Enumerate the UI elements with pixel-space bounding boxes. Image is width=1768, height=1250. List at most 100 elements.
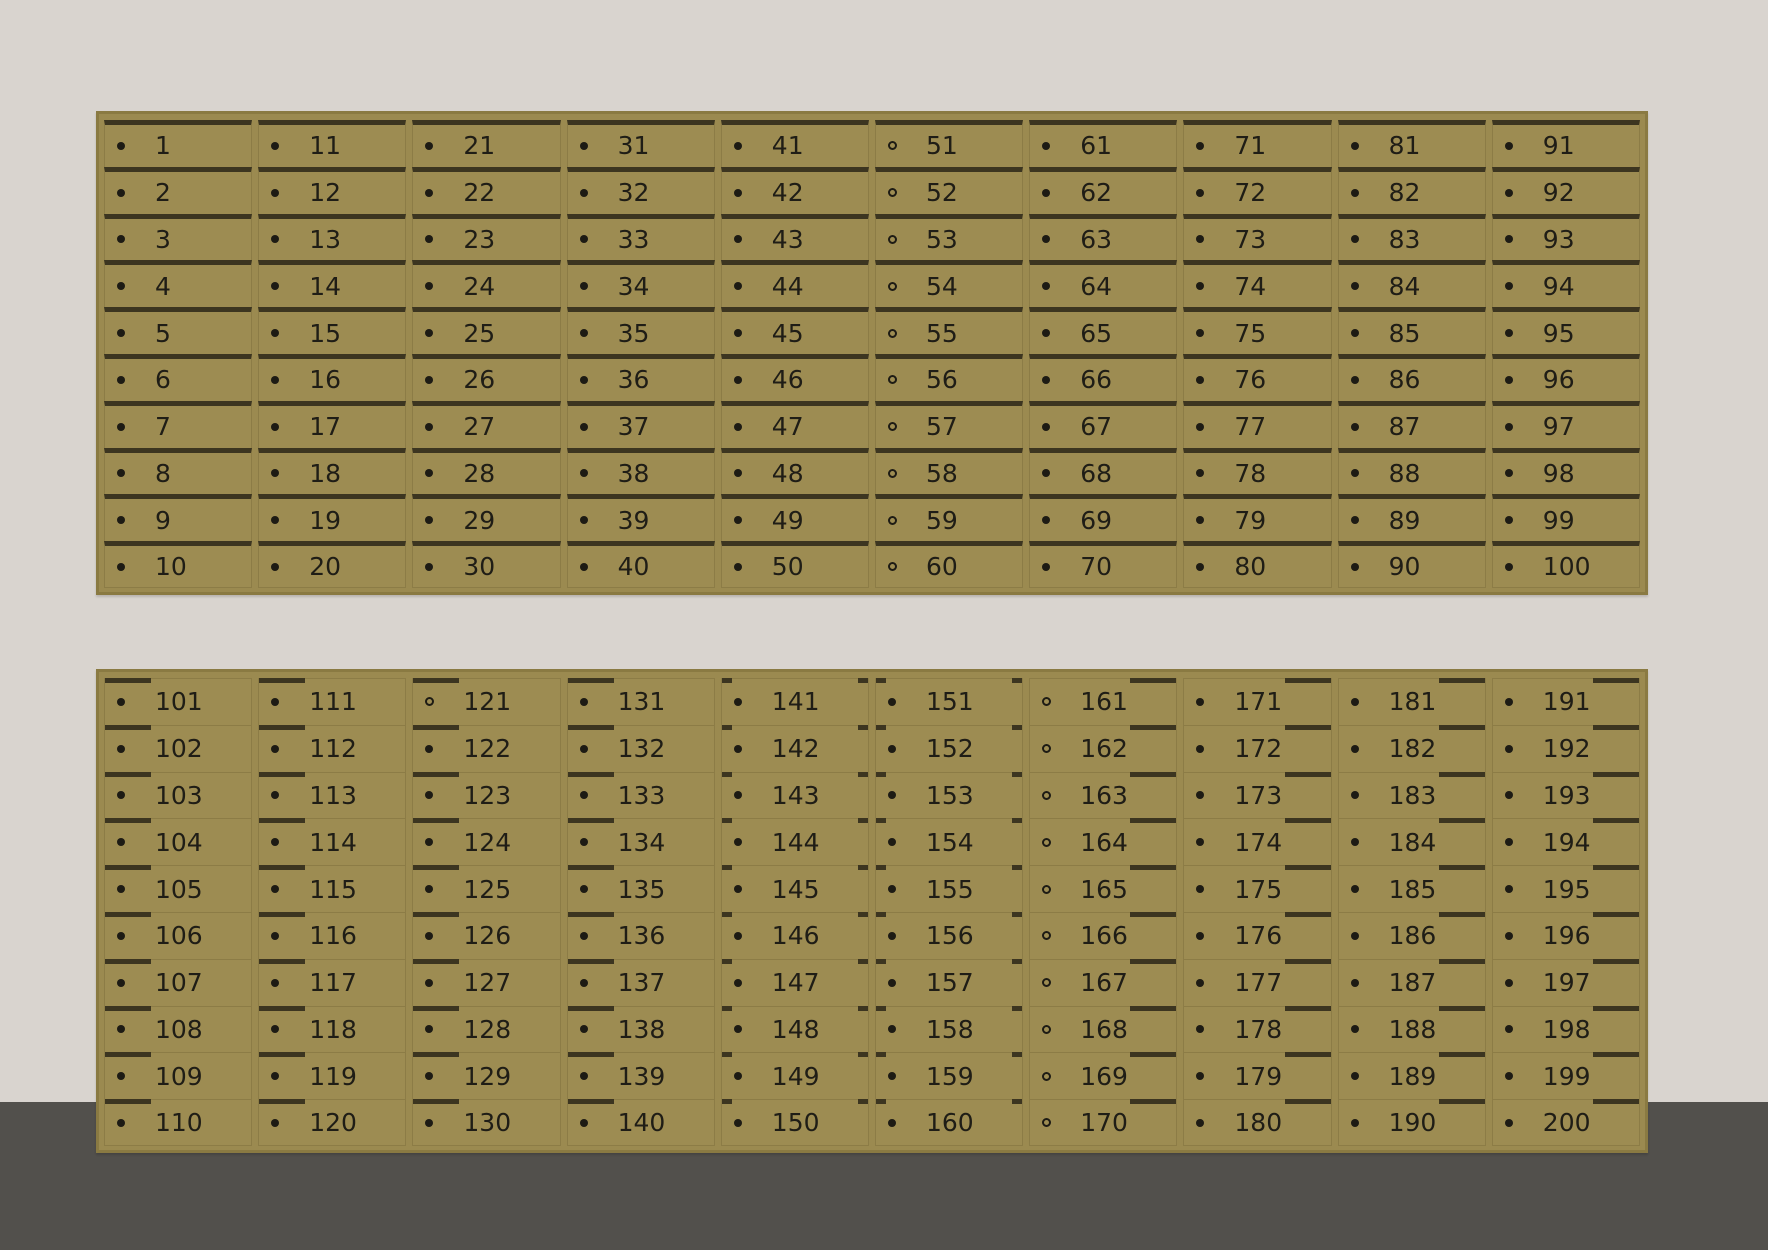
keyhole-lock-icon[interactable] xyxy=(579,422,588,431)
mailbox-door[interactable]: 85 xyxy=(1337,307,1486,354)
mailbox-door[interactable]: 47 xyxy=(720,400,869,448)
mailbox-door[interactable]: 29 xyxy=(412,494,561,542)
mailbox-door[interactable]: 91 xyxy=(1491,120,1640,167)
mailbox-door[interactable]: 60 xyxy=(874,541,1024,588)
mailbox-door[interactable]: 168 xyxy=(1029,1005,1178,1053)
keyhole-lock-icon[interactable] xyxy=(1042,422,1051,431)
keyhole-lock-icon[interactable] xyxy=(887,234,897,244)
mailbox-door[interactable]: 121 xyxy=(412,678,561,725)
mailbox-door[interactable]: 25 xyxy=(412,307,561,354)
mailbox-door[interactable]: 62 xyxy=(1029,166,1178,214)
keyhole-lock-icon[interactable] xyxy=(1504,469,1513,478)
mailbox-door[interactable]: 162 xyxy=(1029,724,1178,772)
mailbox-door[interactable]: 127 xyxy=(412,958,561,1006)
mailbox-door[interactable]: 197 xyxy=(1491,958,1640,1006)
mailbox-door[interactable]: 160 xyxy=(874,1099,1024,1146)
mailbox-door[interactable]: 55 xyxy=(874,307,1024,354)
keyhole-lock-icon[interactable] xyxy=(1196,516,1205,525)
mailbox-door[interactable]: 154 xyxy=(874,818,1024,866)
keyhole-lock-icon[interactable] xyxy=(1196,697,1205,706)
keyhole-lock-icon[interactable] xyxy=(271,744,280,753)
keyhole-lock-icon[interactable] xyxy=(117,329,125,338)
mailbox-door[interactable]: 21 xyxy=(412,120,561,167)
mailbox-door[interactable]: 159 xyxy=(874,1052,1024,1100)
keyhole-lock-icon[interactable] xyxy=(1350,329,1359,338)
mailbox-door[interactable]: 140 xyxy=(566,1099,715,1146)
mailbox-door[interactable]: 64 xyxy=(1029,260,1178,308)
keyhole-lock-icon[interactable] xyxy=(1350,744,1359,753)
keyhole-lock-icon[interactable] xyxy=(1504,329,1513,338)
keyhole-lock-icon[interactable] xyxy=(1196,562,1205,571)
keyhole-lock-icon[interactable] xyxy=(1350,978,1359,987)
keyhole-lock-icon[interactable] xyxy=(887,978,896,987)
mailbox-door[interactable]: 50 xyxy=(720,541,869,588)
keyhole-lock-icon[interactable] xyxy=(1504,188,1513,197)
keyhole-lock-icon[interactable] xyxy=(1042,1118,1052,1128)
mailbox-door[interactable]: 30 xyxy=(412,541,561,588)
keyhole-lock-icon[interactable] xyxy=(579,188,588,197)
mailbox-door[interactable]: 184 xyxy=(1337,818,1486,866)
keyhole-lock-icon[interactable] xyxy=(579,1025,588,1034)
mailbox-door[interactable]: 28 xyxy=(412,447,561,495)
mailbox-door[interactable]: 18 xyxy=(258,447,407,495)
mailbox-door[interactable]: 5 xyxy=(104,307,253,354)
keyhole-lock-icon[interactable] xyxy=(1196,1072,1205,1081)
keyhole-lock-icon[interactable] xyxy=(425,235,434,244)
keyhole-lock-icon[interactable] xyxy=(733,188,742,197)
mailbox-door[interactable]: 16 xyxy=(258,353,407,401)
mailbox-door[interactable]: 142 xyxy=(720,724,869,772)
keyhole-lock-icon[interactable] xyxy=(1196,791,1205,800)
mailbox-door[interactable]: 86 xyxy=(1337,353,1486,401)
keyhole-lock-icon[interactable] xyxy=(887,188,897,198)
mailbox-door[interactable]: 59 xyxy=(874,494,1024,542)
keyhole-lock-icon[interactable] xyxy=(117,562,125,571)
mailbox-door[interactable]: 63 xyxy=(1029,213,1178,261)
keyhole-lock-icon[interactable] xyxy=(271,282,280,291)
keyhole-lock-icon[interactable] xyxy=(579,469,588,478)
mailbox-door[interactable]: 115 xyxy=(258,865,407,912)
keyhole-lock-icon[interactable] xyxy=(1042,141,1051,150)
mailbox-door[interactable]: 43 xyxy=(720,213,869,261)
mailbox-door[interactable]: 39 xyxy=(566,494,715,542)
keyhole-lock-icon[interactable] xyxy=(271,141,280,150)
mailbox-door[interactable]: 136 xyxy=(566,911,715,959)
keyhole-lock-icon[interactable] xyxy=(1196,1025,1205,1034)
keyhole-lock-icon[interactable] xyxy=(1350,188,1359,197)
keyhole-lock-icon[interactable] xyxy=(579,931,588,940)
mailbox-door[interactable]: 51 xyxy=(874,120,1024,167)
mailbox-door[interactable]: 96 xyxy=(1491,353,1640,401)
mailbox-door[interactable]: 143 xyxy=(720,771,869,819)
mailbox-door[interactable]: 4 xyxy=(104,260,253,308)
mailbox-door[interactable]: 37 xyxy=(566,400,715,448)
mailbox-door[interactable]: 173 xyxy=(1183,771,1332,819)
keyhole-lock-icon[interactable] xyxy=(887,1072,896,1081)
mailbox-door[interactable]: 22 xyxy=(412,166,561,214)
keyhole-lock-icon[interactable] xyxy=(271,235,280,244)
mailbox-door[interactable]: 165 xyxy=(1029,865,1178,912)
keyhole-lock-icon[interactable] xyxy=(733,1118,742,1127)
keyhole-lock-icon[interactable] xyxy=(271,516,280,525)
mailbox-door[interactable]: 181 xyxy=(1337,678,1486,725)
mailbox-door[interactable]: 89 xyxy=(1337,494,1486,542)
keyhole-lock-icon[interactable] xyxy=(887,744,896,753)
keyhole-lock-icon[interactable] xyxy=(1196,885,1205,894)
keyhole-lock-icon[interactable] xyxy=(271,1118,280,1127)
keyhole-lock-icon[interactable] xyxy=(1350,697,1359,706)
keyhole-lock-icon[interactable] xyxy=(1350,422,1359,431)
keyhole-lock-icon[interactable] xyxy=(1504,1025,1513,1034)
mailbox-door[interactable]: 19 xyxy=(258,494,407,542)
keyhole-lock-icon[interactable] xyxy=(733,978,742,987)
mailbox-door[interactable]: 10 xyxy=(104,541,253,588)
keyhole-lock-icon[interactable] xyxy=(733,375,742,384)
mailbox-door[interactable]: 141 xyxy=(720,678,869,725)
mailbox-door[interactable]: 169 xyxy=(1029,1052,1178,1100)
mailbox-door[interactable]: 44 xyxy=(720,260,869,308)
keyhole-lock-icon[interactable] xyxy=(271,1025,280,1034)
keyhole-lock-icon[interactable] xyxy=(887,515,897,525)
keyhole-lock-icon[interactable] xyxy=(733,329,742,338)
mailbox-door[interactable]: 93 xyxy=(1491,213,1640,261)
keyhole-lock-icon[interactable] xyxy=(117,1025,125,1034)
mailbox-door[interactable]: 135 xyxy=(566,865,715,912)
mailbox-door[interactable]: 11 xyxy=(258,120,407,167)
mailbox-door[interactable]: 147 xyxy=(720,958,869,1006)
